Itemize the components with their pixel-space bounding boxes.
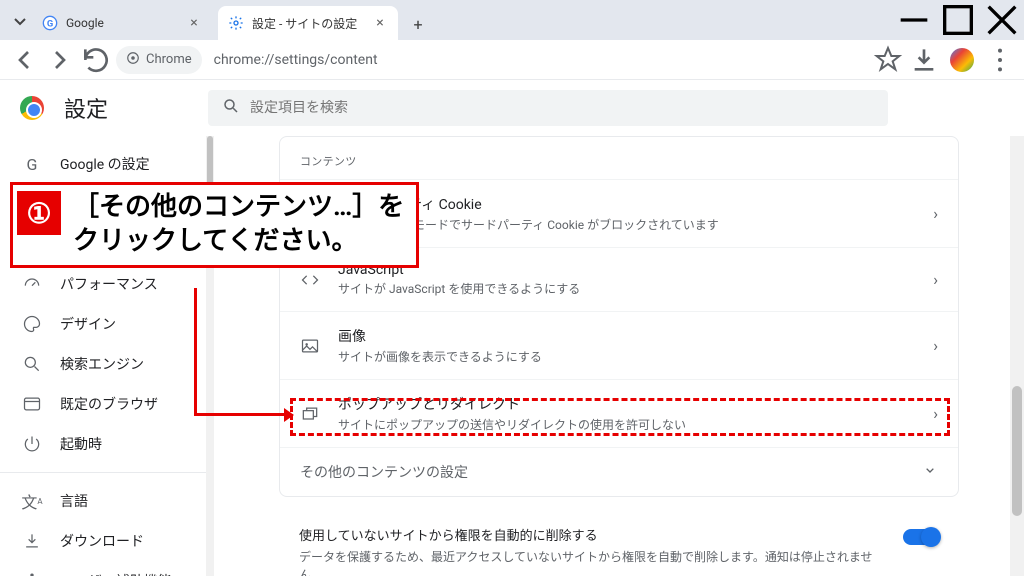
- chevron-down-icon: [8, 6, 32, 36]
- close-icon[interactable]: ×: [372, 15, 388, 31]
- forward-button[interactable]: [44, 44, 76, 76]
- sidebar-item-google[interactable]: GGoogle の設定: [0, 144, 214, 184]
- annotation-arrow: [194, 288, 197, 416]
- window-controls: [892, 0, 1024, 40]
- bookmark-star-icon[interactable]: [872, 44, 904, 76]
- chip-label: Chrome: [146, 52, 192, 67]
- accessibility-icon: [22, 571, 42, 576]
- chrome-icon: [126, 51, 140, 69]
- chevron-right-icon: ›: [933, 270, 938, 289]
- toolbar: Chrome chrome://settings/content: [0, 40, 1024, 80]
- back-button[interactable]: [8, 44, 40, 76]
- auto-remove-sub: データを保護するため、最近アクセスしていないサイトから権限を自動で削除します。通…: [299, 548, 889, 576]
- google-favicon-icon: G: [42, 15, 58, 31]
- search-input[interactable]: [250, 100, 874, 116]
- search-icon: [222, 97, 240, 119]
- sidebar-item-performance[interactable]: パフォーマンス: [0, 264, 214, 304]
- tab-google[interactable]: G Google ×: [32, 6, 212, 40]
- auto-remove-title: 使用していないサイトから権限を自動的に削除する: [299, 525, 889, 544]
- language-icon: 文A: [22, 491, 42, 511]
- tab-settings[interactable]: 設定 - サイトの設定 ×: [218, 6, 398, 40]
- close-window-button[interactable]: [980, 0, 1024, 40]
- reload-button[interactable]: [80, 44, 112, 76]
- profile-avatar[interactable]: [950, 48, 974, 72]
- annotation-highlight-box: [290, 398, 950, 436]
- callout-text: ［その他のコンテンツ…］をクリックしてください。: [67, 189, 410, 261]
- auto-remove-toggle[interactable]: [903, 529, 939, 545]
- sidebar-divider: [0, 472, 214, 473]
- content-area: 設定 GGoogle の設定 自動入力とパスワード プライバシーとセキュリティ …: [0, 80, 1024, 576]
- image-icon: [300, 336, 320, 356]
- sidebar-item-default-browser[interactable]: 既定のブラウザ: [0, 384, 214, 424]
- auto-remove-section: 使用していないサイトから権限を自動的に削除する データを保護するため、最近アクセ…: [279, 513, 959, 576]
- minimize-button[interactable]: [892, 0, 936, 40]
- site-chip[interactable]: Chrome: [116, 46, 202, 74]
- chrome-logo-icon: [20, 96, 44, 120]
- sidebar-item-accessibility[interactable]: ユーザー補助機能: [0, 561, 214, 576]
- search-icon: [22, 354, 42, 374]
- svg-text:G: G: [47, 18, 53, 29]
- palette-icon: [22, 314, 42, 334]
- sidebar-item-startup[interactable]: 起動時: [0, 424, 214, 464]
- address-url[interactable]: chrome://settings/content: [214, 52, 378, 68]
- download-icon[interactable]: [908, 44, 940, 76]
- browser-icon: [22, 394, 42, 414]
- sidebar-item-search-engine[interactable]: 検索エンジン: [0, 344, 214, 384]
- sidebar-item-language[interactable]: 文A言語: [0, 481, 214, 521]
- gear-favicon-icon: [228, 15, 244, 31]
- tab-title: Google: [66, 16, 180, 30]
- annotation-callout: ① ［その他のコンテンツ…］をクリックしてください。: [10, 182, 419, 268]
- callout-number: ①: [17, 191, 61, 235]
- titlebar: G Google × 設定 - サイトの設定 × +: [0, 0, 1024, 40]
- tab-title: 設定 - サイトの設定: [252, 15, 366, 32]
- main-scrollbar[interactable]: [1010, 136, 1024, 576]
- menu-icon[interactable]: [984, 44, 1016, 76]
- maximize-button[interactable]: [936, 0, 980, 40]
- sidebar-item-appearance[interactable]: デザイン: [0, 304, 214, 344]
- power-icon: [22, 434, 42, 454]
- code-icon: [300, 270, 320, 290]
- tab-list-dropdown[interactable]: [8, 6, 32, 36]
- chevron-right-icon: ›: [933, 204, 938, 223]
- settings-header: 設定: [0, 80, 1024, 136]
- chevron-down-icon: [922, 462, 938, 482]
- row-other-content-settings[interactable]: その他のコンテンツの設定: [280, 447, 958, 496]
- speedometer-icon: [22, 274, 42, 294]
- annotation-arrow: [194, 413, 290, 416]
- close-icon[interactable]: ×: [186, 15, 202, 31]
- download-icon: [22, 531, 42, 551]
- row-images[interactable]: 画像サイトが画像を表示できるようにする ›: [280, 311, 958, 379]
- section-header: コンテンツ: [280, 137, 958, 179]
- settings-search[interactable]: [208, 90, 888, 126]
- new-tab-button[interactable]: +: [404, 10, 432, 38]
- sidebar-item-downloads[interactable]: ダウンロード: [0, 521, 214, 561]
- google-g-icon: G: [22, 154, 42, 174]
- chevron-right-icon: ›: [933, 336, 938, 355]
- settings-title: 設定: [64, 92, 108, 124]
